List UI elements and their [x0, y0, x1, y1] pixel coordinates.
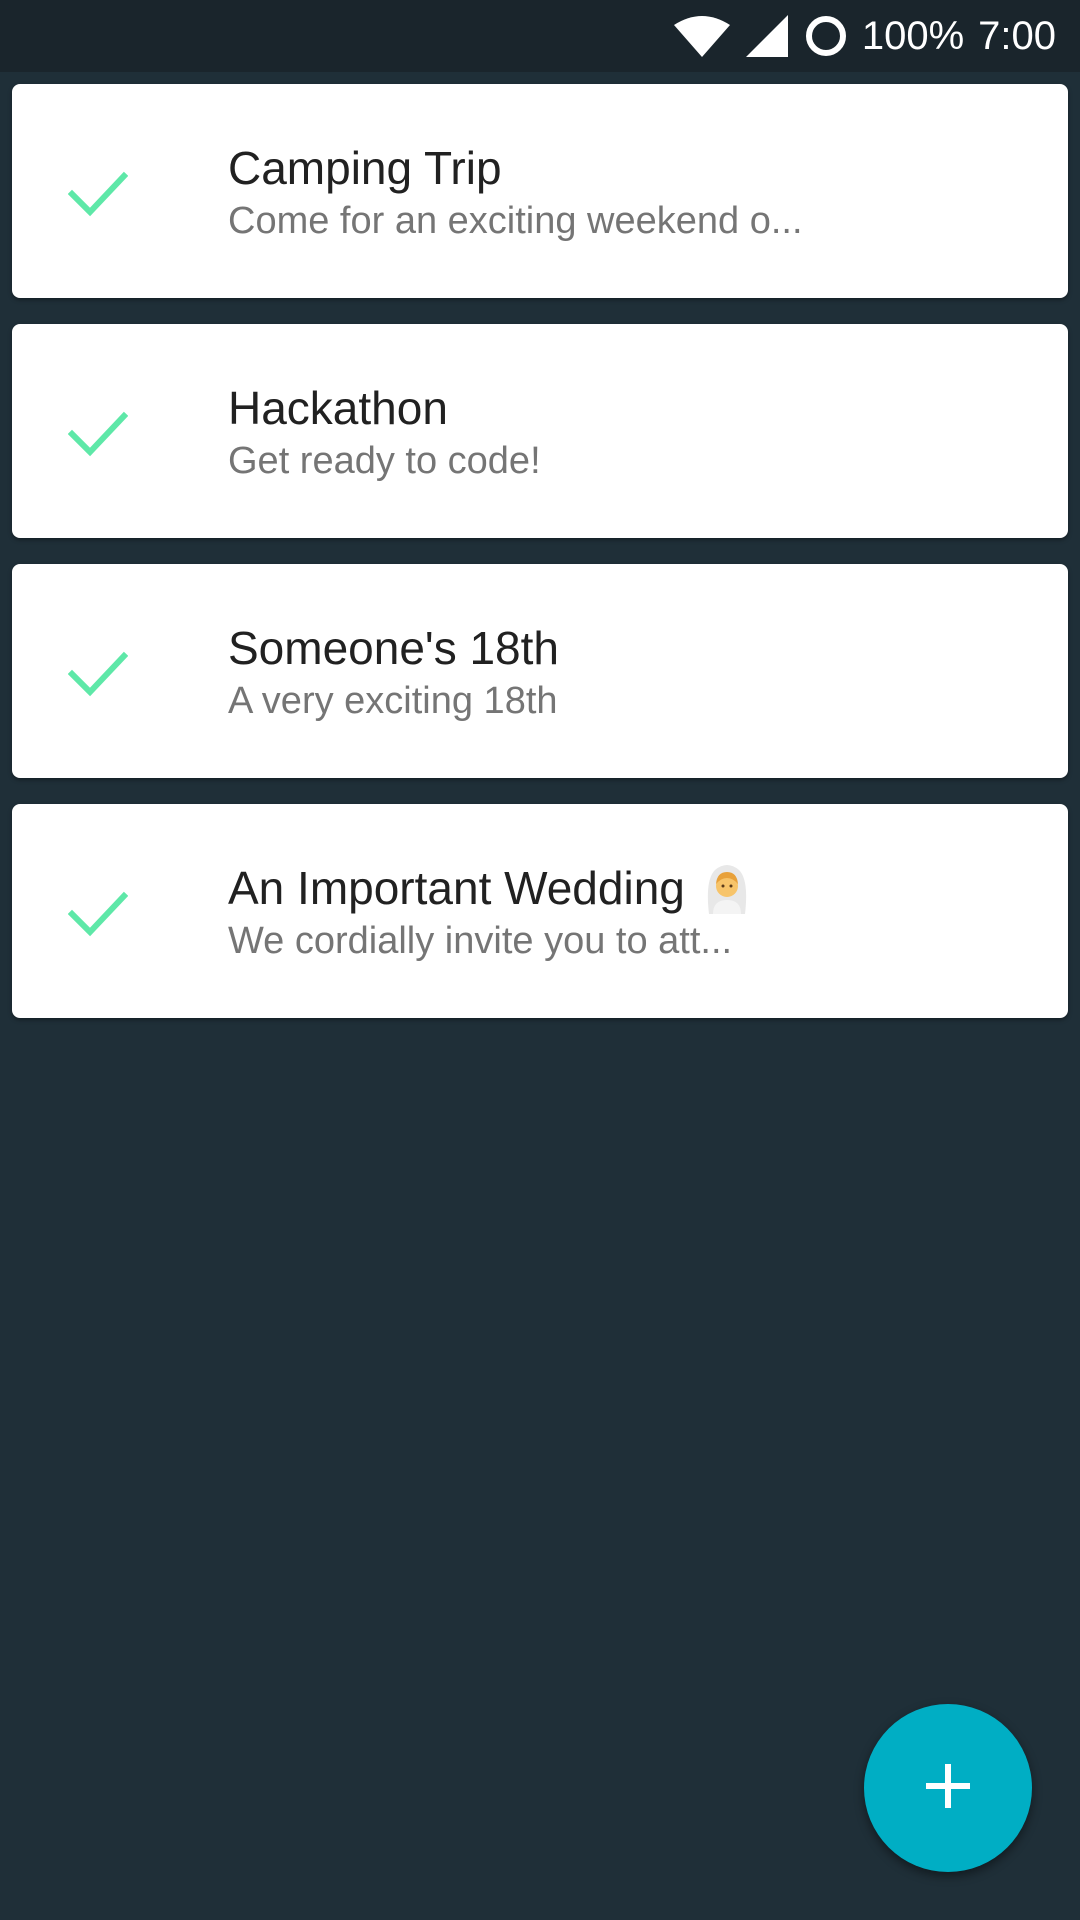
- event-text: An Important Wedding We cordially invite…: [228, 860, 1044, 966]
- event-subtitle: Come for an exciting weekend o...: [228, 200, 803, 242]
- battery-percent: 100%: [861, 13, 965, 58]
- sync-circle-icon: [804, 14, 848, 58]
- status-bar: 100% 7:00: [0, 0, 1080, 72]
- bride-with-veil-icon: [699, 860, 755, 916]
- add-event-button[interactable]: [864, 1704, 1032, 1872]
- event-subtitle: A very exciting 18th: [228, 680, 558, 722]
- event-subtitle: We cordially invite you to att...: [228, 920, 733, 962]
- event-text: Hackathon Get ready to code!: [228, 380, 1044, 486]
- event-subtitle: Get ready to code!: [228, 440, 541, 482]
- event-card-camping-trip[interactable]: Camping Trip Come for an exciting weeken…: [12, 84, 1068, 298]
- wifi-icon: [673, 15, 730, 57]
- cell-signal-icon: [745, 15, 788, 57]
- events-list: Camping Trip Come for an exciting weeken…: [12, 84, 1068, 1044]
- check-icon: [67, 402, 129, 462]
- clock: 7:00: [978, 13, 1056, 58]
- event-title: Camping Trip: [228, 140, 1044, 196]
- event-title: Hackathon: [228, 380, 1044, 436]
- check-icon: [67, 642, 129, 702]
- check-icon: [67, 882, 129, 942]
- event-card-important-wedding[interactable]: An Important Wedding We cordially invite…: [12, 804, 1068, 1018]
- event-card-someones-18th[interactable]: Someone's 18th A very exciting 18th: [12, 564, 1068, 778]
- plus-icon: [924, 1762, 972, 1815]
- event-card-hackathon[interactable]: Hackathon Get ready to code!: [12, 324, 1068, 538]
- event-title-text: Someone's 18th: [228, 622, 560, 674]
- check-icon: [67, 162, 129, 222]
- event-text: Camping Trip Come for an exciting weeken…: [228, 140, 1044, 246]
- event-title: Someone's 18th: [228, 620, 1044, 676]
- event-title-text: Camping Trip: [228, 142, 502, 194]
- event-title-text: An Important Wedding: [228, 862, 685, 914]
- event-text: Someone's 18th A very exciting 18th: [228, 620, 1044, 726]
- event-title: An Important Wedding: [228, 860, 1044, 916]
- event-title-text: Hackathon: [228, 382, 448, 434]
